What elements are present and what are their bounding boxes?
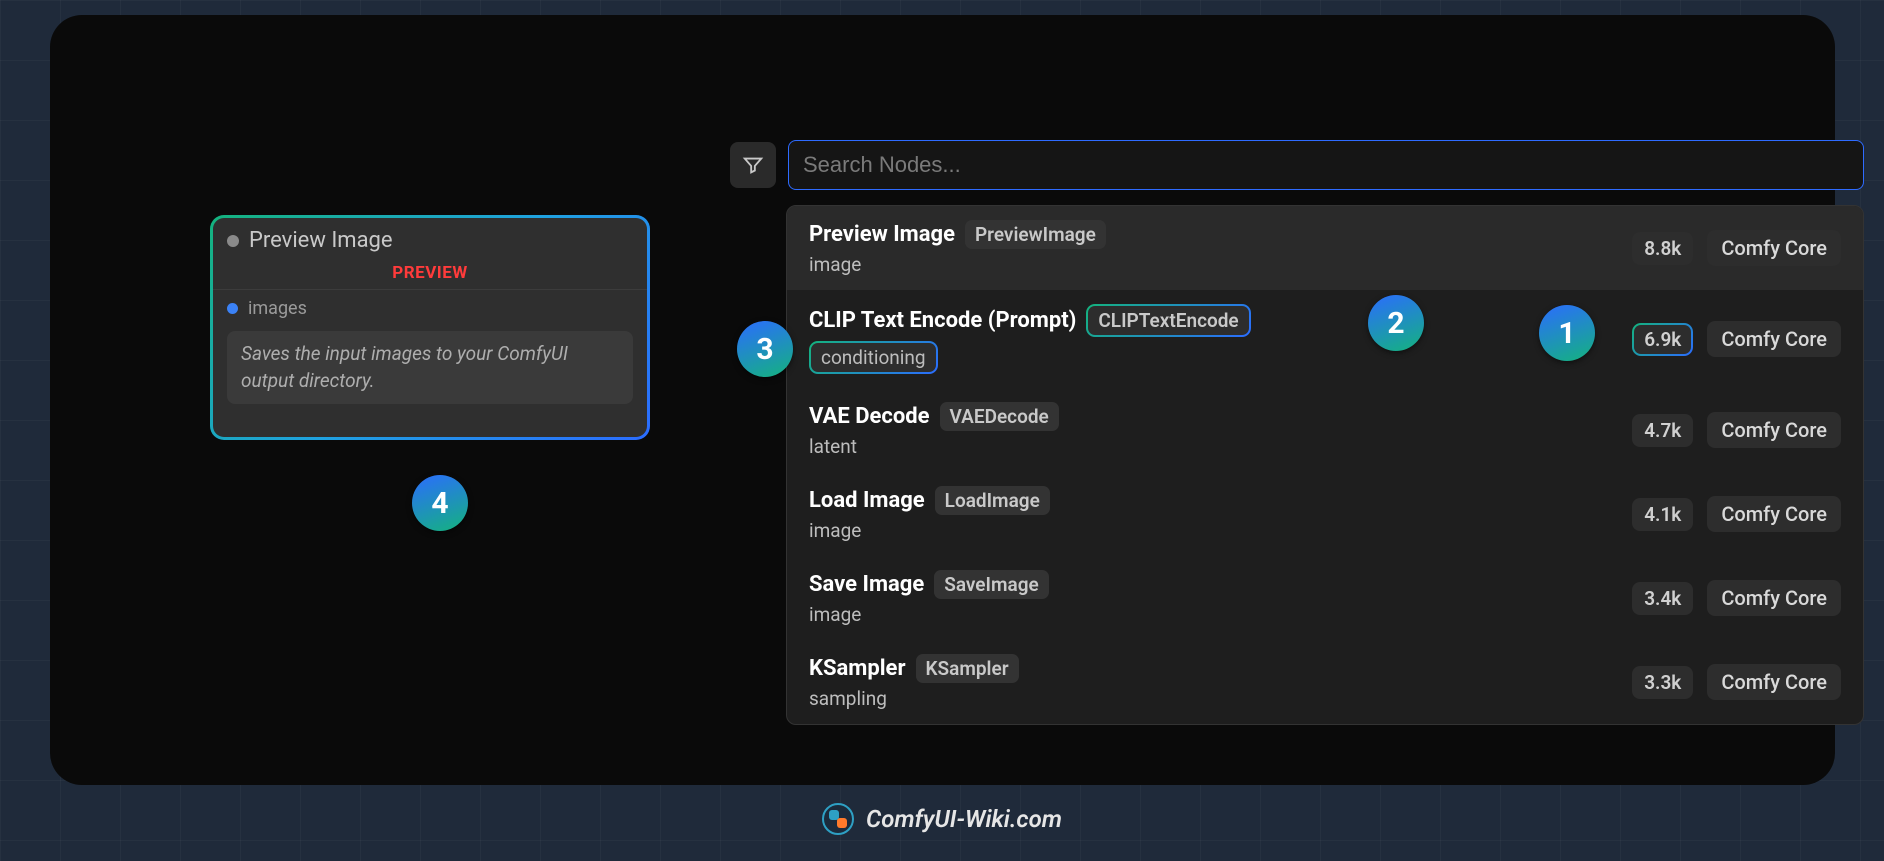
list-item[interactable]: Load Image LoadImage image 4.1k Comfy Co… <box>787 472 1863 556</box>
result-title: CLIP Text Encode (Prompt) <box>809 308 1076 333</box>
result-source: Comfy Core <box>1707 496 1841 532</box>
search-input[interactable] <box>788 140 1864 190</box>
result-count: 4.1k <box>1632 498 1693 531</box>
callout-badge-4: 4 <box>412 475 468 531</box>
result-source: Comfy Core <box>1707 412 1841 448</box>
node-description: Saves the input images to your ComfyUI o… <box>227 331 633 404</box>
result-source: Comfy Core <box>1707 230 1841 266</box>
result-source: Comfy Core <box>1707 580 1841 616</box>
result-category: conditioning <box>811 343 936 372</box>
node-title: Preview Image <box>249 228 393 253</box>
result-category: image <box>809 519 1050 542</box>
result-count: 3.3k <box>1632 666 1693 699</box>
result-title: VAE Decode <box>809 404 930 429</box>
node-card-preview-image[interactable]: Preview Image PREVIEW images Saves the i… <box>210 215 650 440</box>
node-status-dot-icon <box>227 235 239 247</box>
node-search-results: Preview Image PreviewImage image 8.8k Co… <box>786 205 1864 725</box>
callout-badge-1: 1 <box>1539 305 1595 361</box>
node-preview-badge: PREVIEW <box>213 261 647 290</box>
node-input-port-icon[interactable] <box>227 303 238 314</box>
result-codename: CLIPTextEncode <box>1088 306 1248 335</box>
list-item[interactable]: VAE Decode VAEDecode latent 4.7k Comfy C… <box>787 388 1863 472</box>
callout-badge-2: 2 <box>1368 295 1424 351</box>
node-title-row: Preview Image <box>213 218 647 261</box>
watermark-text: ComfyUI-Wiki.com <box>866 805 1062 833</box>
highlight-codename-outline: CLIPTextEncode <box>1086 304 1250 337</box>
highlight-count-outline: 6.9k <box>1632 323 1693 356</box>
result-codename: LoadImage <box>935 486 1050 515</box>
result-codename: KSampler <box>916 654 1019 683</box>
list-item[interactable]: KSampler KSampler sampling 3.3k Comfy Co… <box>787 640 1863 724</box>
callout-badge-3: 3 <box>737 321 793 377</box>
filter-button[interactable] <box>730 142 776 188</box>
list-item[interactable]: CLIP Text Encode (Prompt) CLIPTextEncode… <box>787 290 1863 388</box>
result-category: image <box>809 603 1049 626</box>
result-count: 6.9k <box>1634 325 1691 354</box>
node-input-row[interactable]: images <box>213 290 647 327</box>
result-title: Save Image <box>809 572 924 597</box>
result-count: 8.8k <box>1632 232 1693 265</box>
result-source: Comfy Core <box>1707 664 1841 700</box>
result-count: 4.7k <box>1632 414 1693 447</box>
result-category: image <box>809 253 1106 276</box>
list-item[interactable]: Preview Image PreviewImage image 8.8k Co… <box>787 206 1863 290</box>
funnel-icon <box>742 154 764 176</box>
result-category: latent <box>809 435 1059 458</box>
result-title: KSampler <box>809 656 906 681</box>
result-codename: VAEDecode <box>940 402 1059 431</box>
result-codename: PreviewImage <box>965 220 1106 249</box>
result-source: Comfy Core <box>1707 321 1841 357</box>
search-row <box>730 140 1864 190</box>
result-count: 3.4k <box>1632 582 1693 615</box>
highlight-category-outline: conditioning <box>809 341 938 374</box>
list-item[interactable]: Save Image SaveImage image 3.4k Comfy Co… <box>787 556 1863 640</box>
node-input-label: images <box>248 298 307 319</box>
main-panel: Preview Image PREVIEW images Saves the i… <box>50 15 1835 785</box>
comfyui-logo-icon <box>822 803 854 835</box>
result-title: Preview Image <box>809 222 955 247</box>
result-category: sampling <box>809 687 1019 710</box>
node-card-inner: Preview Image PREVIEW images Saves the i… <box>213 218 647 437</box>
result-codename: SaveImage <box>934 570 1049 599</box>
watermark: ComfyUI-Wiki.com <box>0 803 1884 835</box>
result-title: Load Image <box>809 488 925 513</box>
